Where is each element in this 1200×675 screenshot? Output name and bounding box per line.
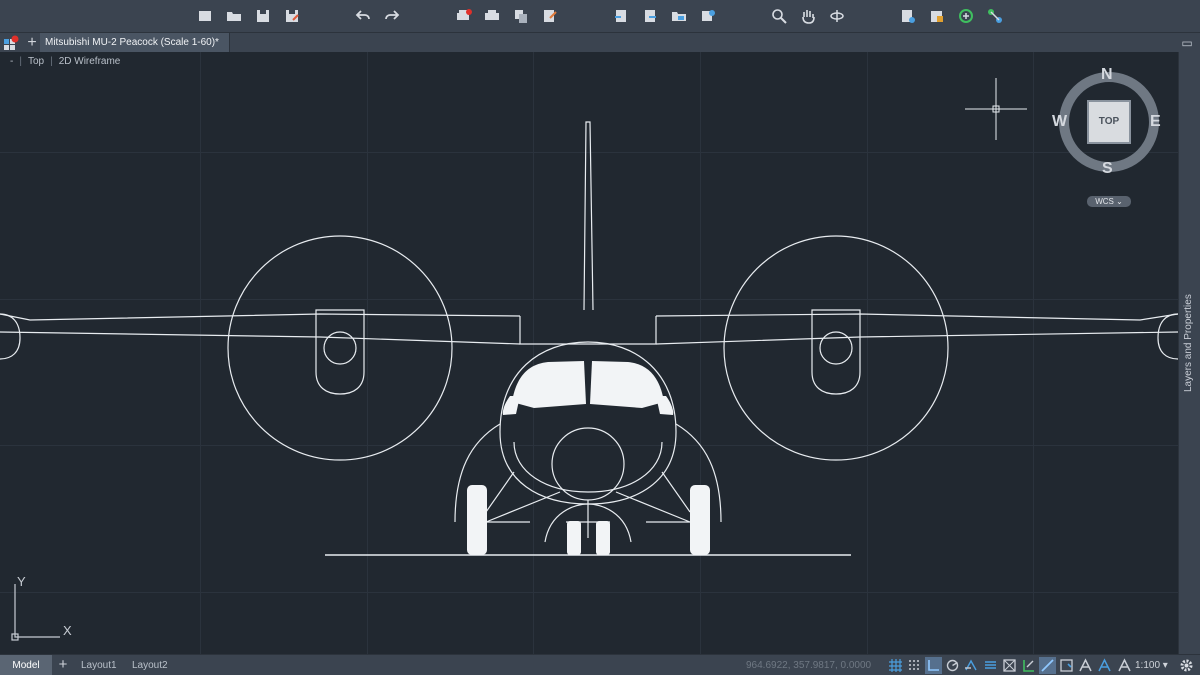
tab-model[interactable]: Model: [0, 655, 52, 675]
nose-tire-right: [596, 521, 610, 555]
compass-north[interactable]: N: [1101, 66, 1113, 84]
quick-access-toolbar: [0, 0, 1200, 32]
left-wing-bottom: [0, 331, 521, 345]
sheet-icon[interactable]: [612, 7, 630, 25]
isodraft-icon[interactable]: [963, 657, 980, 674]
selection-cycling-icon[interactable]: [1058, 657, 1075, 674]
left-wing-top: [0, 313, 521, 321]
right-wing-top: [655, 313, 1178, 321]
fuselage: [499, 341, 677, 505]
tab-layout2[interactable]: Layout2: [132, 655, 168, 675]
file-tab-bar: + Mitsubishi MU-2 Peacock (Scale 1-60)* …: [0, 32, 1200, 53]
nose-section: [513, 441, 663, 493]
orbit-icon[interactable]: [828, 7, 846, 25]
viewcube[interactable]: TOP N S W E WCS ⌄: [1052, 66, 1168, 207]
object-snap-tracking-icon[interactable]: [982, 657, 999, 674]
layers-properties-palette[interactable]: Layers and Properties: [1178, 52, 1200, 654]
start-tab-icon[interactable]: [3, 35, 19, 51]
undo-icon[interactable]: [354, 7, 372, 25]
wing-root: [519, 316, 657, 345]
right-spinner: [819, 331, 853, 365]
tab-layout1[interactable]: Layout1: [81, 655, 117, 675]
radome: [551, 427, 625, 501]
redo-icon[interactable]: [383, 7, 401, 25]
ucs-label: WCS: [1095, 197, 1114, 206]
ucs-icon: Y X: [8, 574, 80, 646]
open-icon[interactable]: [225, 7, 243, 25]
palette-label[interactable]: Layers and Properties: [1183, 294, 1194, 392]
lineweight-icon[interactable]: [1020, 657, 1037, 674]
copy-icon[interactable]: [512, 7, 530, 25]
refresh-icon[interactable]: [957, 7, 975, 25]
folder-icon[interactable]: [670, 7, 688, 25]
chevron-down-icon: ▾: [1160, 660, 1168, 671]
tab-overflow-icon[interactable]: ▭: [1180, 34, 1194, 52]
right-nacelle: [811, 309, 861, 395]
ortho-mode-icon[interactable]: [925, 657, 942, 674]
annotation-scale[interactable]: 1:100 ▾: [1135, 655, 1168, 675]
ucs-dropdown[interactable]: WCS ⌄: [1087, 196, 1131, 207]
ucs-y-label: Y: [17, 574, 26, 589]
cad-application: + Mitsubishi MU-2 Peacock (Scale 1-60)* …: [0, 0, 1200, 675]
gear-icon[interactable]: [1178, 657, 1195, 674]
compass-south[interactable]: S: [1102, 160, 1113, 178]
right-wing-bottom: [655, 331, 1178, 345]
viewcube-top-face[interactable]: TOP: [1087, 100, 1131, 144]
left-main-tire: [467, 485, 487, 555]
grid-display-icon[interactable]: [887, 657, 904, 674]
nose-tire-left: [567, 521, 581, 555]
share-icon[interactable]: [699, 7, 717, 25]
crosshair-cursor: [965, 78, 1027, 140]
pan-icon[interactable]: [799, 7, 817, 25]
annotation-visibility-icon[interactable]: [1077, 657, 1094, 674]
polar-tracking-icon[interactable]: [944, 657, 961, 674]
tail-fin: [583, 121, 594, 311]
export-icon[interactable]: [641, 7, 659, 25]
right-gear-strut: [615, 471, 691, 523]
new-tab-button[interactable]: +: [24, 33, 40, 53]
new-icon[interactable]: [196, 7, 214, 25]
left-propeller-disc: [227, 235, 453, 461]
publish-icon[interactable]: [541, 7, 559, 25]
compass-west[interactable]: W: [1052, 113, 1067, 131]
save-as-icon[interactable]: [283, 7, 301, 25]
right-side-window: [656, 396, 674, 415]
coordinate-readout: 964.6922, 357.9817, 0.0000: [746, 660, 872, 671]
right-main-tire: [690, 485, 710, 555]
connect-icon[interactable]: [986, 7, 1004, 25]
left-gear-strut: [485, 471, 561, 523]
object-snap-icon[interactable]: [1001, 657, 1018, 674]
status-bar: Model + Layout1 Layout2 964.6922, 357.98…: [0, 654, 1200, 675]
drawing-viewport[interactable]: - | Top | 2D Wireframe TOP N S W E WCS ⌄…: [0, 52, 1178, 654]
plot-icon[interactable]: [455, 7, 473, 25]
left-nacelle: [315, 309, 365, 395]
properties-icon[interactable]: [899, 7, 917, 25]
right-wingtip-tank: [1157, 313, 1178, 360]
transparency-icon[interactable]: [1039, 657, 1056, 674]
document-tab[interactable]: Mitsubishi MU-2 Peacock (Scale 1-60)*: [40, 33, 230, 53]
print-icon[interactable]: [483, 7, 501, 25]
snap-mode-icon[interactable]: [906, 657, 923, 674]
save-icon[interactable]: [254, 7, 272, 25]
ucs-x-label: X: [63, 623, 72, 638]
annotation-scale-icon[interactable]: [1116, 657, 1133, 674]
left-wingtip-tank: [0, 313, 21, 360]
chevron-down-icon: ⌄: [1116, 197, 1123, 206]
left-side-window: [502, 396, 520, 415]
scale-value: 1:100: [1135, 660, 1161, 671]
zoom-icon[interactable]: [770, 7, 788, 25]
compass-east[interactable]: E: [1150, 113, 1161, 131]
right-propeller-disc: [723, 235, 949, 461]
add-layout-button[interactable]: +: [56, 655, 70, 675]
layer-icon[interactable]: [928, 7, 946, 25]
left-spinner: [323, 331, 357, 365]
auto-scale-icon[interactable]: [1096, 657, 1113, 674]
